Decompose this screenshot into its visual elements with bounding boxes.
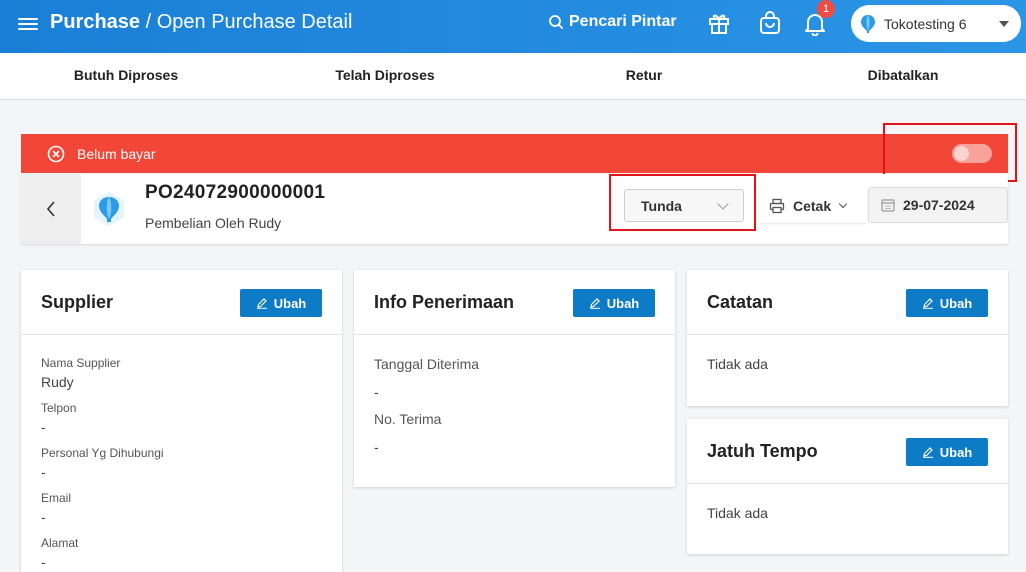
page-title: Purchase / Open Purchase Detail [50,11,352,34]
edit-label: Ubah [606,295,640,311]
edit-receipt-button[interactable]: Ubah [573,289,655,317]
paid-toggle[interactable] [952,144,992,163]
pencil-icon [589,298,600,309]
receipt-info-card: Info Penerimaan Ubah Tanggal Diterima - … [354,270,675,487]
smart-search-button[interactable]: Pencari Pintar [548,13,677,31]
tab-retur[interactable]: Retur [626,67,663,83]
notification-badge: 1 [817,0,835,18]
supplier-card: Supplier Ubah Nama Supplier Rudy Telpon … [21,270,342,572]
card-header: Catatan Ubah [687,270,1008,335]
title-section: Purchase [50,11,141,33]
store-logo-icon [861,14,875,33]
printer-icon [769,198,785,213]
edit-label: Ubah [273,295,307,311]
receipt-number-label: No. Terima [374,411,442,427]
edit-notes-button[interactable]: Ubah [906,289,988,317]
store-selector[interactable]: Tokotesting 6 [851,5,1021,42]
supplier-name-label: Nama Supplier [41,356,121,370]
calendar-icon [881,199,895,212]
chevron-down-icon [717,197,729,210]
po-subtitle: Pembelian Oleh Rudy [145,215,282,231]
supplier-name-value: Rudy [41,374,74,390]
edit-label: Ubah [939,444,973,460]
po-status-value: Tunda [641,197,682,214]
chevron-left-icon [46,201,55,217]
store-name: Tokotesting 6 [884,15,967,32]
email-label: Email [41,491,72,505]
status-tabs: Butuh Diproses Telah Diproses Retur Diba… [0,53,1026,100]
search-icon [549,15,563,29]
card-header: Jatuh Tempo Ubah [687,419,1008,484]
gift-icon[interactable] [706,10,732,36]
print-button[interactable]: Cetak [759,188,867,223]
due-date-value: Tidak ada [707,505,768,521]
tab-dibatalkan[interactable]: Dibatalkan [868,67,939,83]
card-title: Supplier [41,292,114,312]
store-logo-icon [94,192,124,226]
edit-due-date-button[interactable]: Ubah [906,438,988,466]
print-label: Cetak [793,197,832,214]
email-value: - [41,509,46,525]
phone-label: Telpon [41,401,77,415]
toggle-knob [954,146,969,161]
receipt-number-value: - [374,439,379,455]
top-bar: Purchase / Open Purchase Detail Pencari … [0,0,1026,53]
po-date: 29-07-2024 [903,197,975,213]
card-title: Catatan [707,292,774,312]
po-number: PO24072900000001 [145,182,326,203]
pencil-icon [256,298,267,309]
card-header: Supplier Ubah [21,270,342,335]
payment-status-text: Belum bayar [77,145,156,162]
smart-search-label: Pencari Pintar [569,13,677,30]
contact-person-label: Personal Yg Dihubungi [41,446,164,460]
purchase-order-header: PO24072900000001 Pembelian Oleh Rudy Tun… [21,174,1008,244]
edit-label: Ubah [939,295,973,311]
notes-card: Catatan Ubah Tidak ada [687,270,1008,406]
card-header: Info Penerimaan Ubah [354,270,675,335]
address-value: - [41,554,46,570]
shopping-bag-icon[interactable] [757,10,783,36]
close-circle-icon [47,145,65,162]
card-title: Info Penerimaan [374,292,515,312]
chevron-down-icon [838,199,848,208]
pencil-icon [922,298,933,309]
phone-value: - [41,419,46,435]
chevron-down-icon [999,20,1009,27]
payment-status-banner: Belum bayar [21,134,1008,173]
due-date-card: Jatuh Tempo Ubah Tidak ada [687,419,1008,554]
card-title: Jatuh Tempo [707,441,818,461]
contact-person-value: - [41,464,46,480]
back-button[interactable] [21,174,81,244]
pencil-icon [922,447,933,458]
notes-value: Tidak ada [707,356,768,372]
received-date-value: - [374,384,379,400]
tab-telah-diproses[interactable]: Telah Diproses [335,67,434,83]
title-page: / Open Purchase Detail [140,11,353,33]
received-date-label: Tanggal Diterima [374,356,480,372]
hamburger-menu-icon[interactable] [18,15,38,35]
tab-butuh-diproses[interactable]: Butuh Diproses [74,67,178,83]
address-label: Alamat [41,536,79,550]
date-picker[interactable]: 29-07-2024 [868,187,1008,223]
edit-supplier-button[interactable]: Ubah [240,289,322,317]
po-status-select[interactable]: Tunda [624,189,744,222]
